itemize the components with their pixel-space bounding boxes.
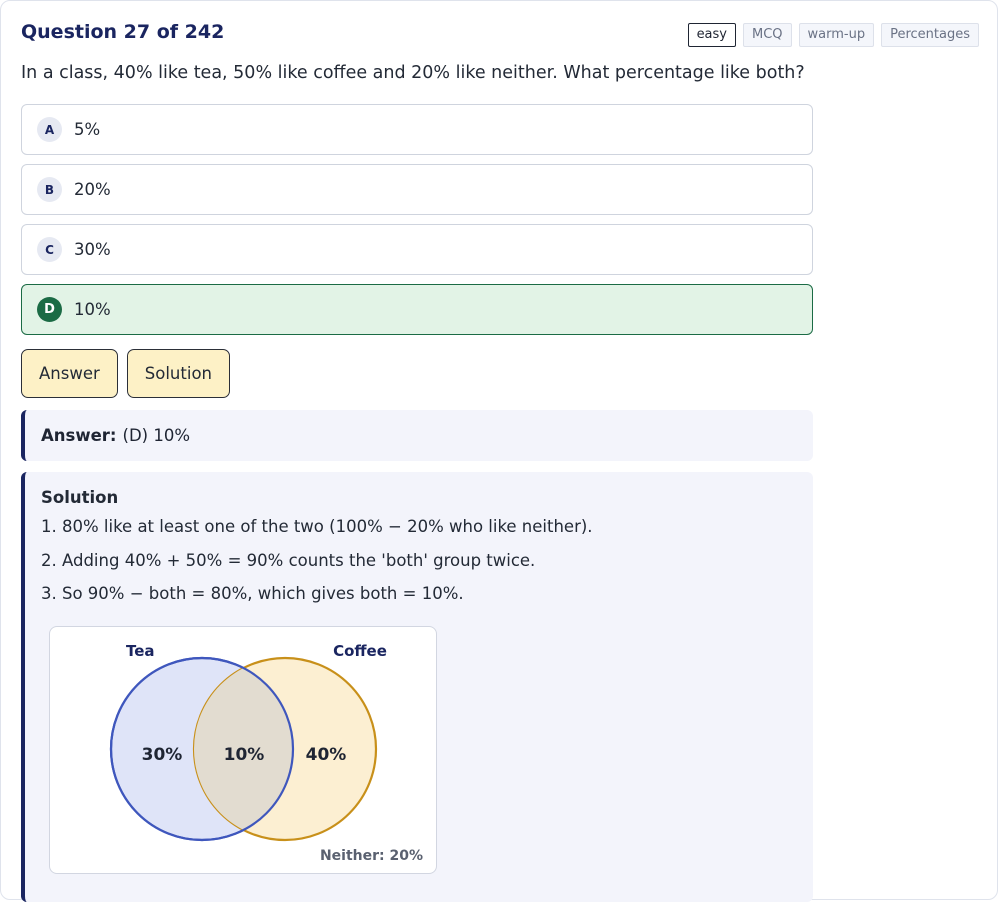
action-buttons: Answer Solution: [21, 349, 230, 398]
venn-value-neither: Neither: 20%: [320, 848, 423, 864]
venn-label-coffee: Coffee: [333, 642, 387, 660]
option-d-correct[interactable]: D 10%: [21, 284, 813, 335]
answer-value: (D) 10%: [122, 426, 191, 445]
venn-diagram: Tea Coffee 30% 10% 40% Neither: 20%: [109, 642, 423, 864]
option-b[interactable]: B 20%: [21, 164, 813, 215]
tag-type[interactable]: MCQ: [743, 23, 792, 47]
solution-heading: Solution: [41, 488, 119, 507]
option-letter-badge: C: [37, 237, 62, 262]
question-title: Question 27 of 242: [21, 21, 225, 43]
option-text: 10%: [74, 300, 111, 319]
option-letter-badge: B: [37, 177, 62, 202]
tag-topic[interactable]: Percentages: [881, 23, 979, 47]
tag-list: easy MCQ warm-up Percentages: [687, 23, 979, 47]
option-text: 5%: [74, 120, 101, 139]
option-c[interactable]: C 30%: [21, 224, 813, 275]
option-a[interactable]: A 5%: [21, 104, 813, 155]
option-letter-badge: A: [37, 117, 62, 142]
answer-button[interactable]: Answer: [21, 349, 118, 398]
option-letter-badge: D: [37, 297, 62, 322]
option-list: A 5% B 20% C 30% D 10%: [21, 104, 813, 344]
answer-label: Answer:: [41, 426, 117, 445]
solution-step: 2. Adding 40% + 50% = 90% counts the 'bo…: [41, 550, 536, 570]
venn-value-coffee-only: 40%: [306, 745, 347, 765]
solution-step: 3. So 90% − both = 80%, which gives both…: [41, 584, 464, 603]
venn-value-tea-only: 30%: [142, 745, 183, 765]
solution-panel: Solution 1. 80% like at least one of the…: [21, 472, 813, 902]
option-text: 20%: [74, 180, 111, 199]
tag-difficulty[interactable]: easy: [687, 23, 736, 47]
question-text: In a class, 40% like tea, 50% like coffe…: [21, 63, 805, 83]
solution-step: 1. 80% like at least one of the two (100…: [41, 517, 593, 536]
tag-category[interactable]: warm-up: [798, 23, 875, 47]
solution-button[interactable]: Solution: [126, 349, 230, 398]
venn-value-both: 10%: [224, 745, 265, 765]
answer-panel: Answer: (D) 10%: [21, 410, 813, 461]
venn-label-tea: Tea: [126, 642, 155, 660]
option-text: 30%: [74, 240, 111, 259]
venn-diagram-card: Tea Coffee 30% 10% 40% Neither: 20%: [49, 626, 437, 874]
solution-steps: 1. 80% like at least one of the two (100…: [41, 517, 813, 604]
